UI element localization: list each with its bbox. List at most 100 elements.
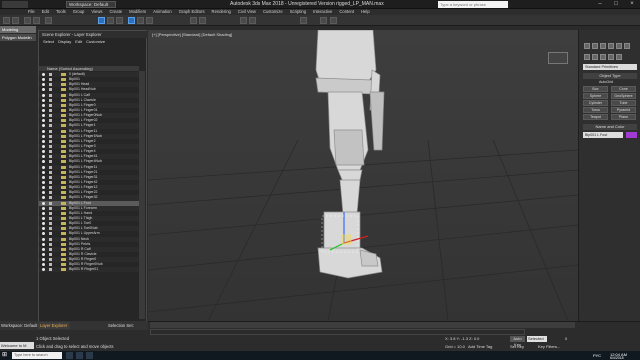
freeze-icon[interactable] (49, 247, 52, 251)
visibility-icon[interactable] (42, 98, 45, 102)
visibility-icon[interactable] (42, 242, 45, 246)
quick-access-toolbar[interactable] (2, 1, 28, 8)
key-filters-button[interactable]: Key Filters... (538, 344, 560, 349)
motion-tab-icon[interactable] (608, 43, 614, 49)
visibility-icon[interactable] (42, 227, 45, 231)
scale-icon[interactable] (146, 17, 153, 24)
freeze-icon[interactable] (49, 83, 52, 87)
freeze-icon[interactable] (49, 124, 52, 128)
list-item[interactable]: Bip001 R Finger01 (39, 267, 139, 273)
freeze-icon[interactable] (49, 222, 52, 226)
move-icon[interactable] (128, 17, 135, 24)
visibility-icon[interactable] (42, 119, 45, 123)
explorer-menu-select[interactable]: Select (43, 39, 54, 44)
freeze-icon[interactable] (49, 170, 52, 174)
freeze-icon[interactable] (49, 73, 52, 76)
primitive-type-dropdown[interactable]: Standard Primitives (583, 64, 637, 70)
freeze-icon[interactable] (49, 119, 52, 123)
freeze-icon[interactable] (49, 88, 52, 92)
freeze-icon[interactable] (49, 78, 52, 82)
visibility-icon[interactable] (42, 160, 45, 164)
visibility-icon[interactable] (42, 247, 45, 251)
rollout-name-and-color[interactable]: Name and Color (583, 124, 637, 130)
set-key-button[interactable]: Set Key (510, 344, 524, 349)
create-tab-icon[interactable] (584, 43, 590, 49)
add-time-tag[interactable]: Add Time Tag (468, 344, 492, 349)
viewcube-icon[interactable] (548, 52, 568, 64)
freeze-icon[interactable] (49, 206, 52, 210)
visibility-icon[interactable] (42, 201, 45, 205)
modify-tab-icon[interactable] (592, 43, 598, 49)
menu-edit[interactable]: Edit (42, 9, 49, 14)
snap-toggle-icon[interactable] (190, 17, 197, 24)
rect-select-icon[interactable] (116, 17, 123, 24)
maxscript-listener[interactable]: Welcome to M (0, 342, 34, 349)
material-editor-icon[interactable] (300, 17, 307, 24)
object-name-field[interactable]: Bip001 L Foot (583, 132, 623, 138)
freeze-icon[interactable] (49, 180, 52, 184)
auto-key-button[interactable]: Auto Key (510, 336, 525, 347)
link-icon[interactable] (24, 17, 31, 24)
visibility-icon[interactable] (42, 88, 45, 92)
freeze-icon[interactable] (49, 103, 52, 107)
teapot-button[interactable]: Teapot (583, 114, 608, 120)
menu-graph-editors[interactable]: Graph Editors (179, 9, 205, 14)
rollout-object-type[interactable]: Object Type (583, 73, 637, 79)
cone-button[interactable]: Cone (611, 86, 636, 92)
utilities-tab-icon[interactable] (624, 43, 630, 49)
pyramid-button[interactable]: Pyramid (611, 107, 636, 113)
explorer-menu-edit[interactable]: Edit (75, 39, 82, 44)
menu-file[interactable]: File (28, 9, 35, 14)
workspace-dropdown[interactable]: Workspace: Default (66, 1, 116, 8)
mirror-icon[interactable] (240, 17, 247, 24)
visibility-icon[interactable] (42, 139, 45, 143)
torus-button[interactable]: Torus (583, 107, 608, 113)
taskbar-search[interactable]: Type here to search (12, 352, 62, 359)
plane-button[interactable]: Plane (611, 114, 636, 120)
visibility-icon[interactable] (42, 144, 45, 148)
key-mode-dropdown[interactable]: Selected (527, 336, 547, 342)
freeze-icon[interactable] (49, 227, 52, 231)
unlink-icon[interactable] (33, 17, 40, 24)
task-view-icon[interactable] (66, 352, 73, 359)
visibility-icon[interactable] (42, 232, 45, 236)
visibility-icon[interactable] (42, 222, 45, 226)
freeze-icon[interactable] (49, 237, 52, 241)
3dsmax-app-icon[interactable] (86, 352, 93, 359)
maximize-icon[interactable]: □ (608, 0, 624, 9)
menu-help[interactable]: Help (361, 9, 370, 14)
menu-customize[interactable]: Customize (263, 9, 283, 14)
hierarchy-tab-icon[interactable] (600, 43, 606, 49)
shapes-icon[interactable] (592, 54, 598, 60)
visibility-icon[interactable] (42, 129, 45, 133)
visibility-icon[interactable] (42, 108, 45, 112)
menu-rendering[interactable]: Rendering (212, 9, 231, 14)
geometry-icon[interactable] (584, 54, 590, 60)
sphere-button[interactable]: Sphere (583, 93, 608, 99)
render-setup-icon[interactable] (320, 17, 327, 24)
render-icon[interactable] (330, 17, 337, 24)
visibility-icon[interactable] (42, 93, 45, 97)
explorer-scrollbar[interactable] (139, 71, 145, 319)
freeze-icon[interactable] (49, 191, 52, 195)
freeze-icon[interactable] (49, 155, 52, 159)
coordinate-display[interactable]: X: 3.8 Y: -1.3 Z: 0.0 (445, 336, 479, 341)
visibility-icon[interactable] (42, 124, 45, 128)
cameras-icon[interactable] (608, 54, 614, 60)
freeze-icon[interactable] (49, 139, 52, 143)
menu-scripting[interactable]: Scripting (290, 9, 306, 14)
visibility-icon[interactable] (42, 211, 45, 215)
visibility-icon[interactable] (42, 114, 45, 118)
menu-content[interactable]: Content (339, 9, 354, 14)
tab-polygon-modeling[interactable]: Polygon Modelin (0, 34, 36, 41)
visibility-icon[interactable] (42, 165, 45, 169)
menu-interactive[interactable]: Interactive (313, 9, 332, 14)
close-icon[interactable]: × (624, 0, 640, 9)
redo-icon[interactable] (12, 17, 19, 24)
explorer-menu-customize[interactable]: Customize (86, 39, 105, 44)
visibility-icon[interactable] (42, 196, 45, 200)
angle-snap-icon[interactable] (199, 17, 206, 24)
visibility-icon[interactable] (42, 134, 45, 138)
freeze-icon[interactable] (49, 129, 52, 133)
menu-views[interactable]: Views (91, 9, 102, 14)
